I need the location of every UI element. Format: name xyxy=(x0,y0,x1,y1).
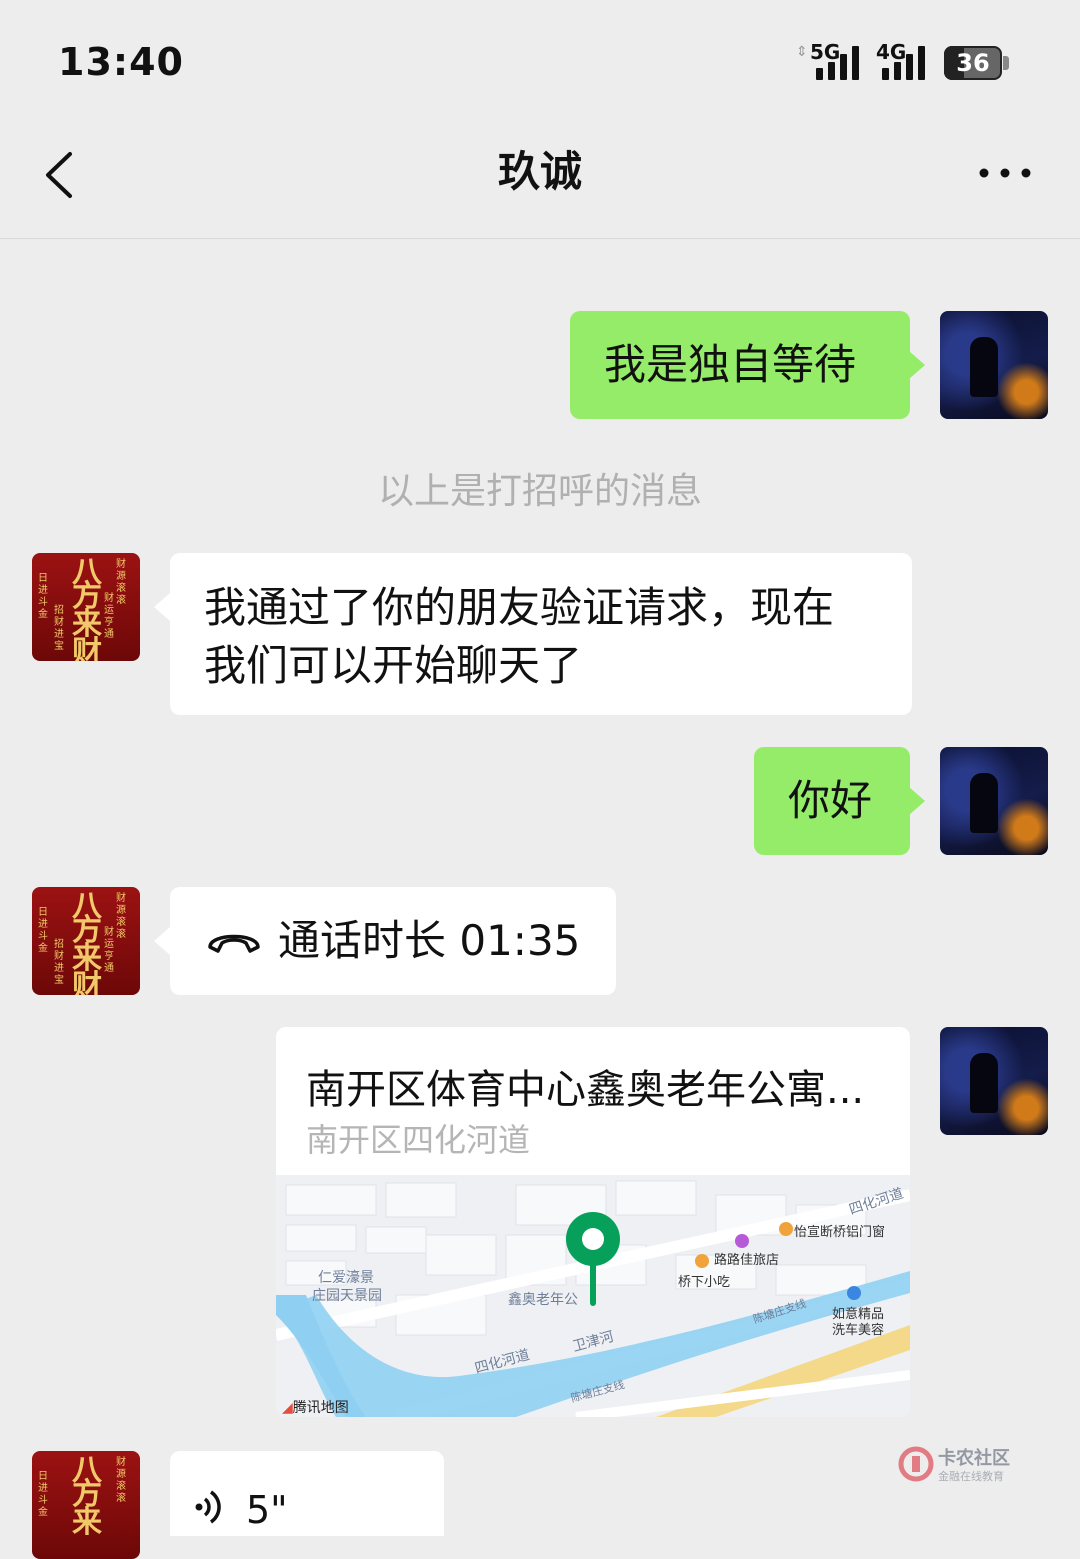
map-poi-label: 洗车美容 xyxy=(832,1323,885,1338)
avatar-contact[interactable]: 八 方 来 财 日进斗金 招财进宝 财源滚滚 财运亨通 xyxy=(32,887,140,995)
message-text: 我是独自等待 xyxy=(604,340,857,389)
data-arrows-icon: ⇕ xyxy=(796,44,808,60)
location-subtitle: 南开区四化河道 xyxy=(306,1121,531,1159)
map-poi-label: 怡宣断桥铝门窗 xyxy=(794,1225,886,1240)
voice-icon xyxy=(195,1490,221,1524)
map-poi-label: 桥下小吃 xyxy=(678,1275,731,1290)
avatar-me[interactable] xyxy=(940,747,1048,855)
location-title: 南开区体育中心鑫奥老年公寓... xyxy=(306,1067,865,1113)
battery-icon: 36 xyxy=(944,46,1002,80)
message-bubble-outgoing[interactable]: 我是独自等待 xyxy=(570,311,910,419)
call-record-bubble[interactable]: 通话时长 01:35 xyxy=(170,887,616,995)
watermark-logo-icon xyxy=(898,1446,934,1482)
chat-title: 玖诚 xyxy=(497,147,582,196)
system-notice: 以上是打招呼的消息 xyxy=(377,471,702,512)
message-text-line-1: 我通过了你的朋友验证请求，现在 xyxy=(204,583,835,632)
map-provider-logo: ◢腾讯地图 xyxy=(282,1400,349,1416)
battery-cap xyxy=(1003,56,1009,70)
signal-strength-icon-2 xyxy=(882,44,925,80)
watermark: 卡农社区 金融在线教育 xyxy=(898,1444,1028,1488)
message-text-line-2: 我们可以开始聊天了 xyxy=(204,641,583,690)
avatar-contact[interactable]: 八 方 来 日进斗金 财源滚滚 xyxy=(32,1451,140,1559)
bubble-tail xyxy=(154,927,170,955)
avatar-me[interactable] xyxy=(940,311,1048,419)
location-card[interactable]: 南开区体育中心鑫奥老年公寓... 南开区四化河道 仁爱濠景 庄园天景园 鑫奥老年… xyxy=(276,1027,910,1417)
tencent-map-icon: ◢ xyxy=(282,1400,293,1416)
voice-duration: 5" xyxy=(246,1488,288,1532)
avatar-me[interactable] xyxy=(940,1027,1048,1135)
map-poi-label: 路路佳旅店 xyxy=(714,1253,780,1268)
bubble-tail xyxy=(909,787,925,815)
message-bubble-incoming[interactable]: 我通过了你的朋友验证请求，现在 我们可以开始聊天了 xyxy=(170,553,912,715)
bubble-tail xyxy=(909,351,925,379)
call-duration-text: 通话时长 01:35 xyxy=(278,916,581,965)
battery-level: 36 xyxy=(956,49,990,77)
message-text: 你好 xyxy=(788,776,873,825)
phone-hangup-icon xyxy=(208,934,260,953)
map-label: 庄园天景园 xyxy=(312,1288,382,1304)
voice-message-bubble[interactable]: 5" xyxy=(170,1451,444,1536)
message-bubble-outgoing[interactable]: 你好 xyxy=(754,747,910,855)
location-map[interactable]: 仁爱濠景 庄园天景园 鑫奥老年公 四化河道 卫津河 桥下小吃 路路佳旅店 怡宣断… xyxy=(276,1175,910,1417)
bubble-tail xyxy=(154,593,170,621)
avatar-contact[interactable]: 八 方 来 财 日进斗金 招财进宝 财源滚滚 财运亨通 xyxy=(32,553,140,661)
signal-strength-icon xyxy=(816,44,859,80)
map-label: 鑫奥老年公 xyxy=(508,1292,578,1308)
status-time: 13:40 xyxy=(58,40,184,84)
map-label: 仁爱濠景 xyxy=(318,1270,374,1286)
timestamp-clipped xyxy=(500,224,580,238)
ellipsis-icon[interactable] xyxy=(970,160,1040,186)
